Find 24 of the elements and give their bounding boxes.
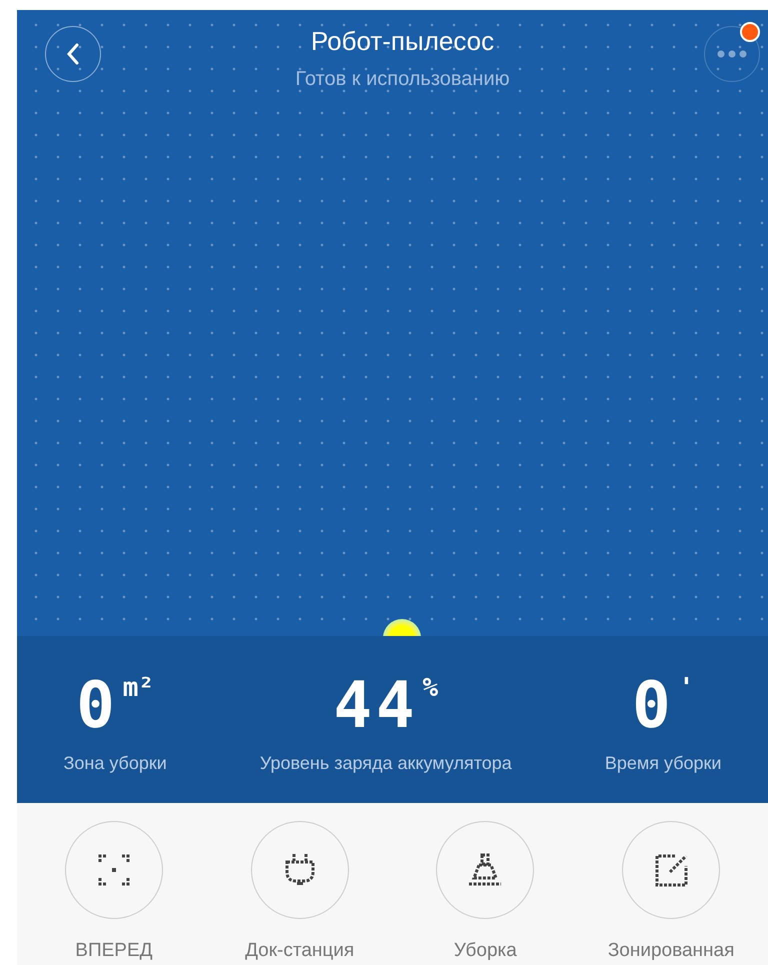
back-button[interactable]	[45, 26, 101, 82]
stat-unit: m²	[122, 674, 154, 702]
stat-label: Время уборки	[604, 752, 722, 775]
mode-button[interactable]	[250, 820, 349, 918]
brush-icon	[467, 852, 504, 888]
mode-button[interactable]	[622, 820, 720, 918]
mode-label: Уборка	[454, 938, 517, 962]
stat-unit: %	[422, 674, 438, 702]
screen-title: Робот-пылесос	[310, 26, 494, 56]
more-icon	[717, 50, 747, 58]
stat-value: 0	[76, 674, 119, 738]
mode-label: Док-станция	[245, 938, 354, 962]
stat-label: Зона уборки	[64, 752, 167, 775]
stat-label: Уровень заряда аккумулятора	[260, 752, 512, 775]
mode-label: ВПЕРЕД	[75, 938, 152, 962]
stat-unit: '	[678, 674, 694, 702]
mode-button[interactable]	[436, 820, 534, 918]
edit-icon	[653, 852, 690, 888]
frame-icon	[96, 852, 132, 888]
mode-label: Зонированная	[608, 938, 734, 962]
back-icon	[66, 42, 80, 66]
device-status: Готов к использованию	[295, 67, 510, 92]
stat-value: 44	[333, 674, 419, 738]
stat-value: 0	[632, 674, 675, 738]
